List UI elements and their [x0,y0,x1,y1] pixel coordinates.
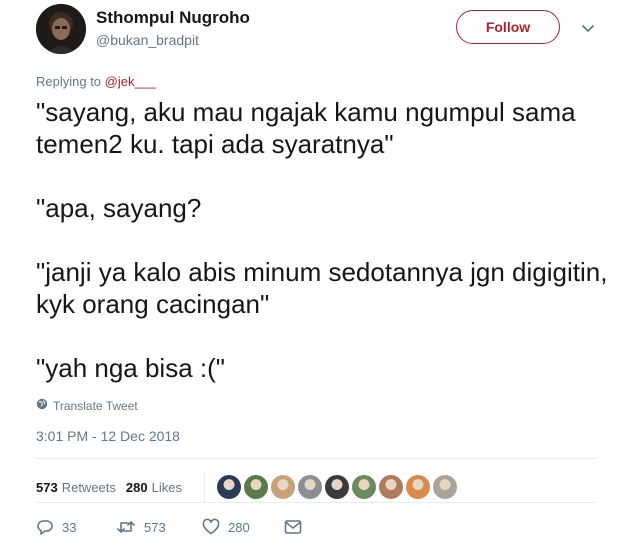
divider [203,472,205,502]
reply-icon [36,518,54,536]
likes-count: 280 [125,479,148,495]
author-handle[interactable]: @bukan_bradpit [96,32,199,48]
liker-avatar[interactable] [216,475,241,499]
liker-avatar[interactable] [297,475,322,499]
retweet-button[interactable]: 573 [116,518,200,536]
retweet-count: 573 [144,519,166,535]
liker-avatar[interactable] [432,475,457,499]
liker-avatar[interactable] [405,475,430,499]
reply-count: 33 [62,519,77,535]
avatar-image [36,4,86,54]
envelope-icon [284,519,302,535]
tweet-timestamp[interactable]: 3:01 PM - 12 Dec 2018 [36,428,180,444]
reply-mention-link[interactable]: @jek___ [105,74,157,89]
tweet-text: "sayang, aku mau ngajak kamu ngumpul sam… [36,96,616,416]
author-avatar[interactable] [36,4,86,54]
tweet-paragraph: "sayang, aku mau ngajak kamu ngumpul sam… [36,97,576,159]
tweet-paragraph: "janji ya kalo abis minum sedotannya jgn… [36,257,608,319]
heart-icon [202,518,220,536]
liker-avatar[interactable] [270,475,295,499]
like-button[interactable]: 280 [202,518,272,536]
follow-button[interactable]: Follow [456,10,560,44]
likes-stat[interactable]: 280 Likes [126,480,182,495]
liker-avatar[interactable] [324,475,349,499]
tweet-paragraph: "yah nga bisa :(" [36,353,226,383]
retweets-stat[interactable]: 573 Retweets [36,480,116,495]
translate-label: Translate Tweet [53,398,138,413]
divider [36,458,596,459]
globe-icon [36,398,48,413]
chevron-down-icon[interactable] [578,18,598,38]
translate-tweet-link[interactable]: Translate Tweet [36,398,138,413]
liker-avatars [216,475,457,499]
replying-to: Replying to @jek___ [36,74,156,89]
tweet-stats: 573 Retweets 280 Likes [36,472,457,502]
author-display-name[interactable]: Sthompul Nugroho [96,8,250,28]
retweet-icon [116,518,136,536]
retweets-count: 573 [36,479,58,495]
liker-avatar[interactable] [351,475,376,499]
like-count: 280 [228,519,250,535]
retweets-label: Retweets [61,479,116,495]
liker-avatar[interactable] [243,475,268,499]
reply-button[interactable]: 33 [36,518,96,536]
likes-label: Likes [151,479,182,495]
replying-prefix: Replying to [36,74,105,89]
divider [36,502,596,503]
tweet-paragraph: "apa, sayang? [36,193,202,223]
liker-avatar[interactable] [378,475,403,499]
tweet-actions: 33 573 280 [36,518,302,536]
direct-message-button[interactable] [284,519,302,535]
